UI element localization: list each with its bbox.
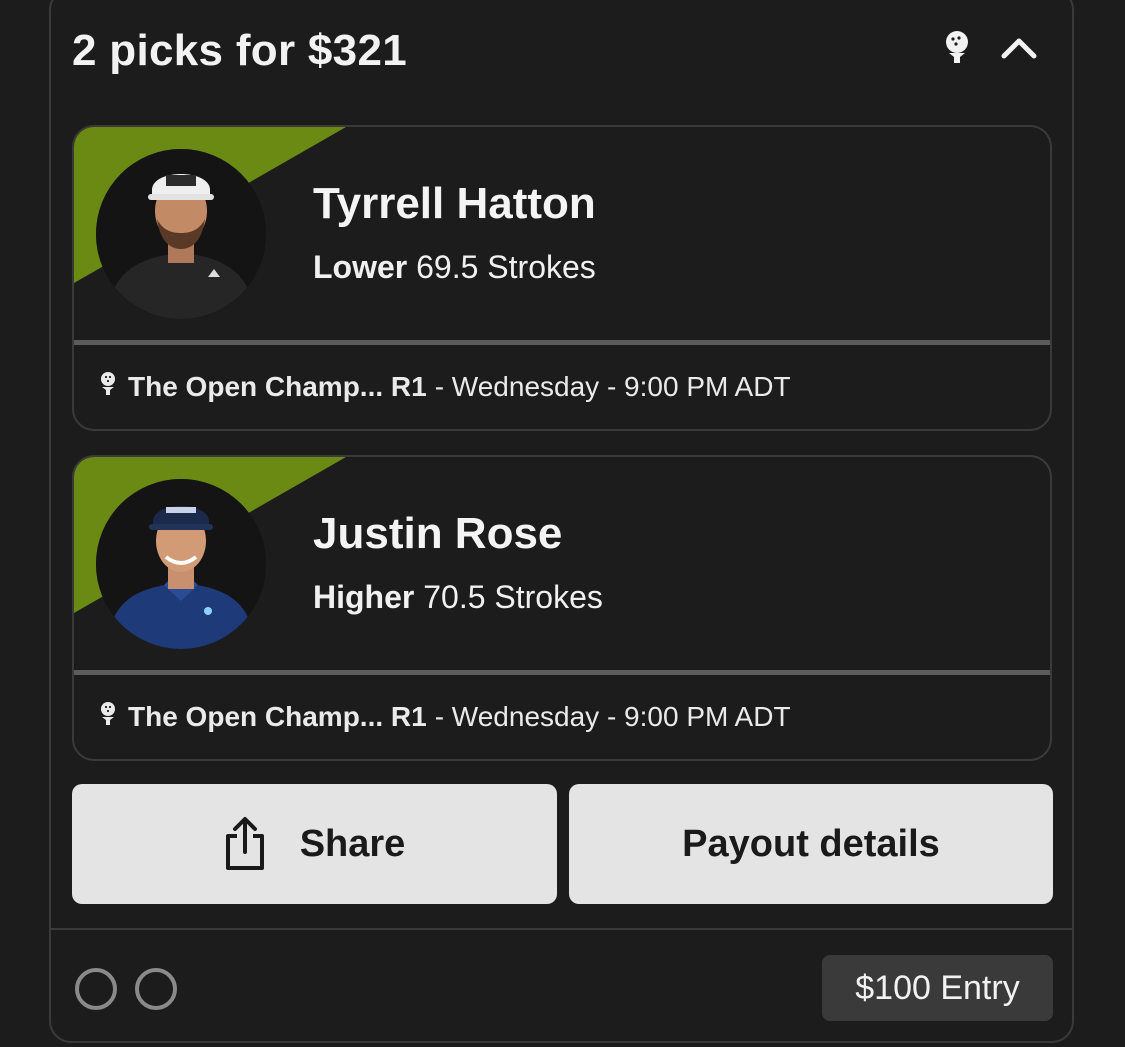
player-avatar <box>96 149 266 319</box>
pick-card[interactable]: Justin Rose Higher 70.5 Strokes The Open… <box>72 455 1052 761</box>
payout-details-button[interactable]: Payout details <box>569 784 1053 904</box>
payout-details-label: Payout details <box>682 822 940 865</box>
player-name: Justin Rose <box>313 509 563 558</box>
share-label: Share <box>299 822 406 865</box>
golf-ball-tee-icon <box>100 701 116 733</box>
pick-status-circle <box>135 968 177 1010</box>
event-time: - Wednesday - 9:00 PM ADT <box>434 701 791 732</box>
event-name: The Open Champ... R1 <box>128 371 427 402</box>
player-name: Tyrrell Hatton <box>313 179 596 228</box>
pick-status-circle <box>75 968 117 1010</box>
pick-projection: Higher 70.5 Strokes <box>313 579 603 616</box>
event-info: The Open Champ... R1 - Wednesday - 9:00 … <box>100 371 791 403</box>
event-time: - Wednesday - 9:00 PM ADT <box>434 371 791 402</box>
pick-divider <box>74 340 1050 345</box>
pick-direction: Higher <box>313 579 415 615</box>
entry-badge: $100 Entry <box>822 955 1053 1021</box>
footer-divider <box>51 928 1072 930</box>
event-name: The Open Champ... R1 <box>128 701 427 732</box>
player-avatar <box>96 479 266 649</box>
share-button[interactable]: Share <box>72 784 557 904</box>
event-info: The Open Champ... R1 - Wednesday - 9:00 … <box>100 701 791 733</box>
pick-status-indicators <box>75 968 177 1010</box>
chevron-up-icon[interactable] <box>1000 34 1038 65</box>
pick-projection: Lower 69.5 Strokes <box>313 249 596 286</box>
pick-line-value: 69.5 Strokes <box>416 249 596 285</box>
share-upload-icon <box>224 816 266 872</box>
golf-ball-tee-icon <box>100 371 116 403</box>
pick-divider <box>74 670 1050 675</box>
pick-line-value: 70.5 Strokes <box>423 579 603 615</box>
lineup-title: 2 picks for $321 <box>72 26 407 75</box>
golf-ball-tee-icon <box>944 30 970 69</box>
pick-card[interactable]: Tyrrell Hatton Lower 69.5 Strokes The Op… <box>72 125 1052 431</box>
pick-direction: Lower <box>313 249 408 285</box>
header-icons <box>944 30 1038 69</box>
